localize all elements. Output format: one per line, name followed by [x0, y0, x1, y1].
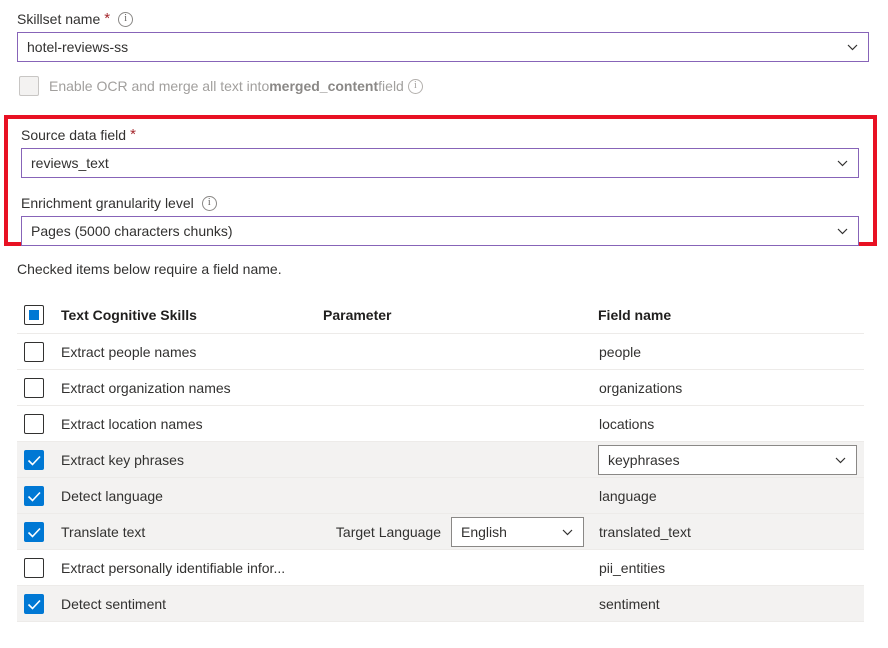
checked-items-note: Checked items below require a field name…: [17, 261, 282, 277]
field-name-text: locations: [598, 416, 654, 432]
table-header-row: Text Cognitive Skills Parameter Field na…: [17, 296, 864, 334]
skill-checkbox-cell: [17, 414, 61, 434]
skill-name: Extract people names: [61, 344, 323, 360]
cognitive-skills-table: Text Cognitive Skills Parameter Field na…: [17, 296, 864, 622]
parameter-control: Target Language English: [323, 517, 598, 547]
skillset-name-input[interactable]: hotel-reviews-ss: [17, 32, 869, 62]
skill-checkbox[interactable]: [24, 486, 44, 506]
skill-name: Extract key phrases: [61, 452, 323, 468]
table-row[interactable]: Extract key phrases keyphrases: [17, 442, 864, 478]
info-icon[interactable]: i: [202, 196, 217, 211]
skill-name: Extract location names: [61, 416, 323, 432]
chevron-down-icon[interactable]: [836, 225, 849, 238]
skill-checkbox-cell: [17, 450, 61, 470]
skillset-configuration-page: Skillset name * i hotel-reviews-ss Enabl…: [0, 0, 888, 648]
chevron-down-icon[interactable]: [836, 157, 849, 170]
skill-checkbox[interactable]: [24, 378, 44, 398]
field-name-cell: keyphrases: [598, 445, 864, 475]
skill-name: Extract personally identifiable infor...: [61, 560, 323, 576]
field-name-cell: organizations: [598, 380, 864, 396]
skill-checkbox[interactable]: [24, 414, 44, 434]
skill-name: Detect language: [61, 488, 323, 504]
highlight-rectangle: Source data field * reviews_text Enrichm…: [4, 115, 877, 246]
target-language-select[interactable]: English: [451, 517, 584, 547]
enrichment-granularity-label-text: Enrichment granularity level: [21, 193, 194, 213]
skill-name: Detect sentiment: [61, 596, 323, 612]
field-name-text: people: [598, 344, 641, 360]
table-body: Extract people names people Extract organi…: [17, 334, 864, 622]
table-row[interactable]: Extract people names people: [17, 334, 864, 370]
skill-checkbox[interactable]: [24, 450, 44, 470]
info-icon[interactable]: i: [118, 12, 133, 27]
enrichment-granularity-value: Pages (5000 characters chunks): [31, 223, 233, 239]
skill-checkbox-cell: [17, 558, 61, 578]
skill-parameter-cell: Target Language English: [323, 517, 598, 547]
skill-name: Translate text: [61, 524, 323, 540]
table-row[interactable]: Detect sentiment sentiment: [17, 586, 864, 622]
field-name-input[interactable]: keyphrases: [598, 445, 857, 475]
chevron-down-icon[interactable]: [834, 453, 847, 466]
field-name-cell: sentiment: [598, 596, 864, 612]
target-language-value: English: [461, 524, 507, 540]
column-header-skills: Text Cognitive Skills: [61, 307, 323, 323]
skill-checkbox-cell: [17, 378, 61, 398]
skill-checkbox[interactable]: [24, 342, 44, 362]
skill-checkbox-cell: [17, 594, 61, 614]
skill-checkbox-cell: [17, 342, 61, 362]
field-name-cell: people: [598, 344, 864, 360]
table-row[interactable]: Extract organization names organizations: [17, 370, 864, 406]
skill-checkbox-cell: [17, 522, 61, 542]
field-name-text: sentiment: [598, 596, 660, 612]
field-name-value: keyphrases: [608, 452, 680, 468]
table-row[interactable]: Extract location names locations: [17, 406, 864, 442]
enable-ocr-checkbox: [19, 76, 39, 96]
skill-checkbox[interactable]: [24, 558, 44, 578]
skill-name: Extract organization names: [61, 380, 323, 396]
enrichment-granularity-label: Enrichment granularity level i: [21, 193, 217, 213]
select-all-checkbox[interactable]: [24, 305, 44, 325]
table-row[interactable]: Extract personally identifiable infor...…: [17, 550, 864, 586]
source-data-field-label: Source data field *: [21, 125, 136, 145]
source-data-field-value: reviews_text: [31, 155, 109, 171]
merged-content-bold: merged_content: [269, 76, 378, 96]
table-row[interactable]: Detect language language: [17, 478, 864, 514]
skill-checkbox[interactable]: [24, 594, 44, 614]
select-all-cell: [17, 305, 61, 325]
field-name-cell: locations: [598, 416, 864, 432]
source-data-field-select[interactable]: reviews_text: [21, 148, 859, 178]
skillset-name-label: Skillset name * i: [17, 9, 133, 29]
source-data-field-label-text: Source data field: [21, 125, 126, 145]
enable-ocr-label: Enable OCR and merge all text into merge…: [49, 76, 423, 96]
enrichment-granularity-select[interactable]: Pages (5000 characters chunks): [21, 216, 859, 246]
info-icon[interactable]: i: [408, 79, 423, 94]
chevron-down-icon[interactable]: [846, 41, 859, 54]
required-asterisk: *: [130, 128, 136, 142]
field-name-cell: language: [598, 488, 864, 504]
enable-ocr-text-before: Enable OCR and merge all text into: [49, 76, 269, 96]
required-asterisk: *: [104, 12, 110, 26]
chevron-down-icon[interactable]: [561, 525, 574, 538]
column-header-field-name: Field name: [598, 307, 864, 323]
skill-checkbox-cell: [17, 486, 61, 506]
parameter-label: Target Language: [336, 524, 441, 540]
field-name-cell: translated_text: [598, 524, 864, 540]
skill-checkbox[interactable]: [24, 522, 44, 542]
skillset-name-value: hotel-reviews-ss: [27, 39, 128, 55]
enable-ocr-row: Enable OCR and merge all text into merge…: [19, 76, 423, 96]
skillset-name-label-text: Skillset name: [17, 9, 100, 29]
field-name-text: organizations: [598, 380, 682, 396]
field-name-text: pii_entities: [598, 560, 665, 576]
field-name-text: translated_text: [598, 524, 691, 540]
enable-ocr-text-after: field: [378, 76, 404, 96]
field-name-text: language: [598, 488, 657, 504]
table-row[interactable]: Translate text Target Language English tran…: [17, 514, 864, 550]
field-name-cell: pii_entities: [598, 560, 864, 576]
column-header-parameter: Parameter: [323, 307, 598, 323]
